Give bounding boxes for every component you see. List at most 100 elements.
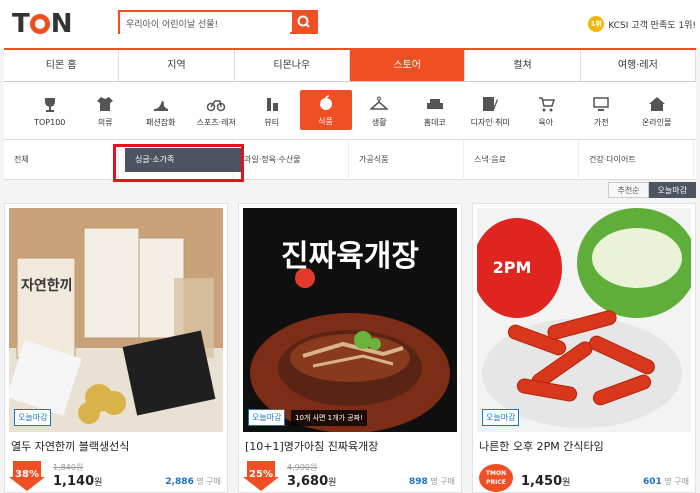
price-value: 3,680 xyxy=(287,474,329,489)
global-nav: 티몬 홈 지역 티몬나우 스토어 컬쳐 여행·레저 xyxy=(4,48,696,82)
category-food[interactable]: 식품 xyxy=(299,90,352,130)
sofa-icon xyxy=(426,98,443,109)
category-clothing[interactable]: 의류 xyxy=(78,82,134,140)
original-price: 4,900원 xyxy=(287,463,318,472)
discount-text: 25% xyxy=(249,469,273,480)
category-baby[interactable]: 육아 xyxy=(518,82,574,140)
sort-options: 추천순 오늘마감 xyxy=(608,182,696,198)
category-design-hobby[interactable]: 디자인·취미 xyxy=(463,82,519,140)
highlight-box xyxy=(113,144,244,182)
today-close-badge: 오늘마감 xyxy=(482,409,520,426)
buy-count-label: 명 구매 xyxy=(430,477,455,486)
subcategory-fresh[interactable]: 과일·정육·수산물 xyxy=(234,140,349,180)
today-close-badge: 오늘마감 xyxy=(14,409,52,426)
search-box xyxy=(118,10,318,34)
notebook-icon xyxy=(483,96,499,111)
sale-price: 1,450원 xyxy=(521,474,570,489)
subcategory-processed[interactable]: 가공식품 xyxy=(349,140,464,180)
buy-count-label: 명 구매 xyxy=(196,477,221,486)
tab-travel[interactable]: 여행·레저 xyxy=(581,50,696,81)
category-label: 가전 xyxy=(593,117,609,127)
trophy-icon xyxy=(44,97,55,112)
hanger-icon xyxy=(370,96,389,110)
product-card[interactable]: 자연한끼 오늘마감 열두 자연한끼 블랙생선식 38% 1,840원 1,140… xyxy=(4,203,228,493)
subcategory-all[interactable]: 전체 xyxy=(4,140,119,180)
product-title[interactable]: 열두 자연한끼 블랙생선식 xyxy=(11,438,129,454)
category-label: 뷰티 xyxy=(264,117,280,127)
price-unit: 원 xyxy=(328,478,337,488)
monitor-icon xyxy=(593,96,609,111)
category-sports[interactable]: 스포츠·레저 xyxy=(189,82,245,140)
medal-icon: 1위 xyxy=(588,16,605,32)
product-image-label: 자연한끼 xyxy=(21,278,73,294)
original-price: 1,840원 xyxy=(53,463,84,472)
category-bar: TOP100 의류 패션잡화 스포츠·레저 뷰티 식품 생활 홈데코 디자인·취… xyxy=(4,82,696,140)
price-unit: 원 xyxy=(562,478,571,488)
stroller-icon xyxy=(538,96,555,111)
tab-tmon-home[interactable]: 티몬 홈 xyxy=(4,50,120,81)
product-card[interactable]: 2PM 오늘마감 나른한 오후 2PM 간식타임 TMON PRICE 1,45… xyxy=(472,203,696,493)
search-icon xyxy=(297,15,310,28)
category-label: 온라인몰 xyxy=(642,117,672,127)
product-card[interactable]: 진짜육개장 오늘마감 10개 사면 1개가 공짜! [10+1]명가아침 진짜육… xyxy=(238,203,462,493)
category-fashion[interactable]: 패션잡화 xyxy=(133,82,189,140)
top-bar: TN 1위 KCSI 고객 만족도 1위! xyxy=(0,0,700,48)
bicycle-icon xyxy=(207,99,226,111)
lipstick-icon xyxy=(266,97,278,111)
subcategory-health[interactable]: 건강·다이어트 xyxy=(579,140,694,180)
tmon-logo[interactable]: TN xyxy=(12,9,73,39)
buy-count: 601 명 구매 xyxy=(643,476,689,487)
buy-count-label: 명 구매 xyxy=(664,477,689,486)
sort-recommend-button[interactable]: 추천순 xyxy=(608,182,649,198)
category-label: 패션잡화 xyxy=(146,117,176,127)
product-title[interactable]: 나른한 오후 2PM 간식타임 xyxy=(479,438,604,454)
search-button[interactable] xyxy=(292,12,316,32)
subcategory-bar: 전체 싱글·소가족 과일·정육·수산물 가공식품 스낵·음료 건강·다이어트 xyxy=(4,140,696,180)
product-image-label: 2PM xyxy=(493,258,532,277)
product-image[interactable]: 진짜육개장 오늘마감 10개 사면 1개가 공짜! xyxy=(243,208,457,432)
house-icon xyxy=(648,96,665,111)
subcategory-snack[interactable]: 스낵·음료 xyxy=(464,140,579,180)
tab-region[interactable]: 지역 xyxy=(119,50,235,81)
category-top100[interactable]: TOP100 xyxy=(22,82,78,140)
apple-icon xyxy=(319,94,332,110)
category-home-deco[interactable]: 홈데코 xyxy=(407,82,463,140)
category-label: 식품 xyxy=(318,116,333,126)
price-unit: 원 xyxy=(94,478,103,488)
category-label: 생활 xyxy=(371,117,387,127)
category-living[interactable]: 생활 xyxy=(352,82,408,140)
search-input[interactable] xyxy=(120,13,290,34)
buy-count: 898 명 구매 xyxy=(409,476,455,487)
price-value: 1,450 xyxy=(521,474,563,489)
category-label: 스포츠·레저 xyxy=(196,117,236,127)
promo-note: 10개 사면 1개가 공짜! xyxy=(291,410,367,426)
buy-count-value: 601 xyxy=(643,477,662,487)
category-label: 육아 xyxy=(538,117,554,127)
tab-store[interactable]: 스토어 xyxy=(349,50,466,81)
category-appliances[interactable]: 가전 xyxy=(574,82,630,140)
product-image-art: 자연한끼 xyxy=(9,208,223,432)
product-image-art: 2PM xyxy=(477,208,691,432)
category-label: TOP100 xyxy=(34,117,66,127)
product-image-label: 진짜육개장 xyxy=(281,239,419,274)
kcsi-text: KCSI 고객 만족도 1위! xyxy=(608,20,696,31)
tab-culture[interactable]: 컬쳐 xyxy=(465,50,581,81)
sale-price: 1,140원 xyxy=(53,474,102,489)
product-image[interactable]: 2PM 오늘마감 xyxy=(477,208,691,432)
sort-today-close-button[interactable]: 오늘마감 xyxy=(648,182,696,198)
tab-tmon-now[interactable]: 티몬나우 xyxy=(235,50,350,81)
today-close-badge: 오늘마감 xyxy=(248,409,286,426)
category-label: 의류 xyxy=(97,117,113,127)
buy-count-value: 898 xyxy=(409,477,428,487)
tmon-price-badge: TMON PRICE xyxy=(479,464,513,492)
category-beauty[interactable]: 뷰티 xyxy=(244,82,300,140)
heel-icon xyxy=(153,100,168,111)
discount-text: 38% xyxy=(15,469,39,480)
category-online-mall[interactable]: 온라인몰 xyxy=(629,82,685,140)
buy-count-value: 2,886 xyxy=(165,477,194,487)
product-title[interactable]: [10+1]명가아침 진짜육개장 xyxy=(245,438,378,454)
sale-price: 3,680원 xyxy=(287,474,336,489)
shirt-icon xyxy=(97,96,114,111)
product-image[interactable]: 자연한끼 오늘마감 xyxy=(9,208,223,432)
kcsi-award: 1위 KCSI 고객 만족도 1위! xyxy=(588,16,696,32)
